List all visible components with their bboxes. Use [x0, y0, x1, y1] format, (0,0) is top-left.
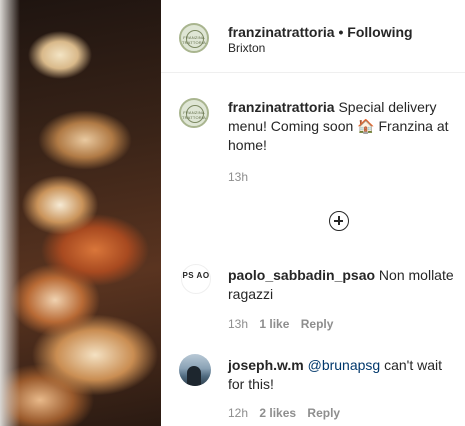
caption-avatar[interactable]: FRANZINA TRATTORIA [179, 98, 209, 128]
comment-likes[interactable]: 2 likes [259, 406, 296, 420]
caption-meta: 13h [228, 170, 248, 184]
caption-username[interactable]: franzinatrattoria [228, 99, 335, 115]
comment-time[interactable]: 12h [228, 406, 248, 420]
header-separator: • [338, 24, 344, 40]
comment-avatar[interactable] [179, 354, 211, 386]
avatar-initials: PS AO [182, 271, 210, 280]
plus-circle-icon[interactable] [329, 211, 349, 231]
comment-username[interactable]: joseph.w.m [228, 357, 304, 373]
comment-meta: 13h 1 like Reply [228, 317, 333, 331]
header-title-line: franzinatrattoria • Following [228, 24, 413, 40]
post-header: FRANZINA TRATTORIA franzinatrattoria • F… [161, 0, 465, 73]
follow-status-button[interactable]: Following [347, 24, 412, 40]
caption-time[interactable]: 13h [228, 170, 248, 184]
comment-avatar[interactable]: PS AO [181, 264, 211, 294]
comments-panel: FRANZINA TRATTORIA franzinatrattoria • F… [161, 0, 465, 426]
comment-meta: 12h 2 likes Reply [228, 406, 340, 420]
reply-button[interactable]: Reply [307, 406, 340, 420]
post-photo[interactable] [0, 0, 161, 426]
location-link[interactable]: Brixton [228, 41, 265, 55]
header-username[interactable]: franzinatrattoria [228, 24, 335, 40]
comment-time[interactable]: 13h [228, 317, 248, 331]
avatar-logo-text: FRANZINA TRATTORIA [181, 35, 207, 45]
comment-text: joseph.w.m @brunapsg can't wait for this… [228, 356, 458, 394]
header-avatar[interactable]: FRANZINA TRATTORIA [179, 23, 209, 53]
comment-mention[interactable]: @brunapsg [308, 357, 381, 373]
reply-button[interactable]: Reply [301, 317, 334, 331]
comment-text: paolo_sabbadin_psao Non mollate ragazzi [228, 266, 458, 304]
comment-username[interactable]: paolo_sabbadin_psao [228, 267, 375, 283]
caption-text: franzinatrattoria Special delivery menu!… [228, 98, 458, 155]
comment-likes[interactable]: 1 like [259, 317, 289, 331]
avatar-logo-text: FRANZINA TRATTORIA [181, 110, 207, 120]
